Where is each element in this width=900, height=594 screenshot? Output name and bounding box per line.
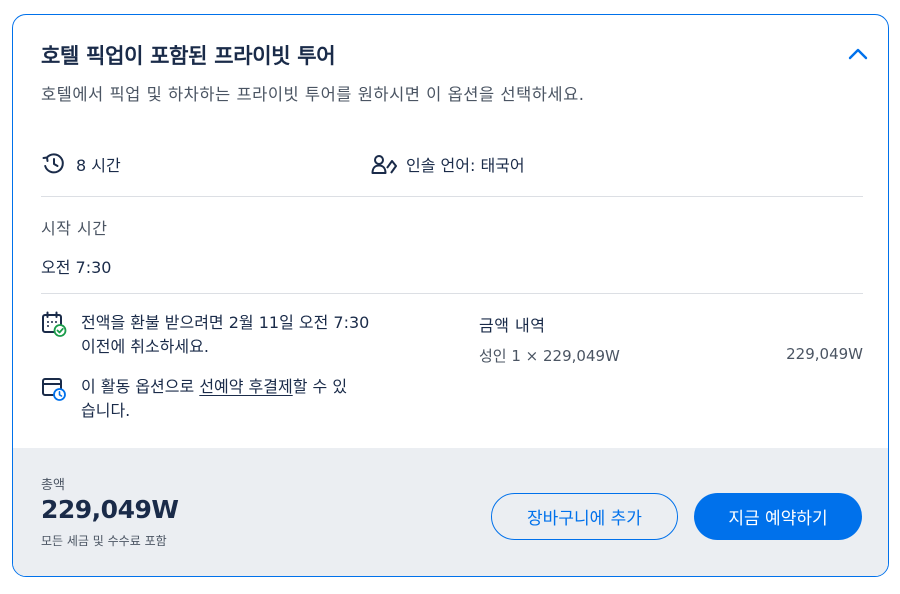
reserve-now-pay-later-link[interactable]: 선예약 후결제 xyxy=(199,377,292,396)
total-label: 총액 xyxy=(41,478,65,493)
reserve-text-line2: 습니다. xyxy=(81,401,131,420)
start-time-label: 시작 시간 xyxy=(41,219,108,238)
duration-text: 8 시간 xyxy=(76,156,121,175)
tour-option-card: 호텔 픽업이 포함된 프라이빗 투어 호텔에서 픽업 및 하차하는 프라이빗 투… xyxy=(12,14,889,577)
total-price: 229,049W xyxy=(41,495,179,524)
option-description: 호텔에서 픽업 및 하차하는 프라이빗 투어를 원하시면 이 옵션을 선택하세요… xyxy=(41,85,585,104)
chevron-up-icon xyxy=(848,48,868,60)
price-row-value: 229,049W xyxy=(786,345,863,363)
divider xyxy=(41,293,863,294)
add-to-cart-button[interactable]: 장바구니에 추가 xyxy=(491,493,678,540)
cancellation-text-line2: 이전에 취소하세요. xyxy=(81,337,209,356)
language-feature: 인솔 언어: 태국어 xyxy=(371,151,525,177)
clock-icon xyxy=(41,151,67,177)
price-breakdown-row: 성인 1 × 229,049W 229,049W xyxy=(479,345,863,366)
reserve-text-before: 이 활동 옵션으로 xyxy=(81,377,200,396)
guide-language-icon xyxy=(371,151,397,177)
divider xyxy=(41,196,863,197)
reserve-text-after: 할 수 있 xyxy=(292,377,348,396)
cancellation-info: 전액을 환불 받으려면 2월 11일 오전 7:30 이전에 취소하세요. xyxy=(41,311,421,359)
reserve-now-pay-later-info: 이 활동 옵션으로 선예약 후결제할 수 있 습니다. xyxy=(41,375,421,423)
price-row-label: 성인 1 × 229,049W xyxy=(479,347,620,365)
duration-feature: 8 시간 xyxy=(41,151,121,177)
start-time-value: 오전 7:30 xyxy=(41,258,112,277)
checkout-footer: 총액 229,049W 모든 세금 및 수수료 포함 장바구니에 추가 지금 예… xyxy=(13,448,888,576)
price-breakdown-heading: 금액 내역 xyxy=(479,316,546,335)
book-now-button[interactable]: 지금 예약하기 xyxy=(694,493,862,540)
language-text: 인솔 언어: 태국어 xyxy=(406,156,525,175)
total-note: 모든 세금 및 수수료 포함 xyxy=(41,534,167,548)
cancellation-text-line1: 전액을 환불 받으려면 2월 11일 오전 7:30 xyxy=(81,313,370,332)
option-title: 호텔 픽업이 포함된 프라이빗 투어 xyxy=(41,44,336,68)
calendar-check-icon xyxy=(41,311,67,337)
calendar-clock-icon xyxy=(41,375,67,401)
collapse-button[interactable] xyxy=(845,41,871,67)
